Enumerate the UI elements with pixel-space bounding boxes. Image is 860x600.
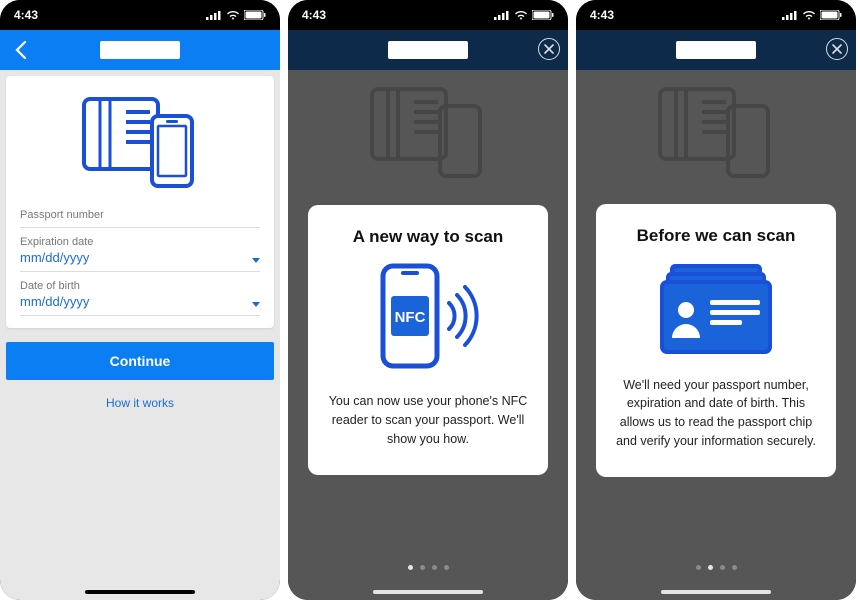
onboarding-card: Before we can scan <box>596 204 836 477</box>
chevron-down-icon <box>252 258 260 263</box>
modal-overlay: A new way to scan NFC You can <box>288 70 568 600</box>
page-dot <box>732 565 737 570</box>
field-value: mm/dd/yyyy <box>20 250 260 265</box>
field-label: Date of birth <box>20 280 260 292</box>
onboarding-title: A new way to scan <box>326 227 530 247</box>
field-label: Passport number <box>20 209 260 221</box>
status-time: 4:43 <box>14 8 38 22</box>
signal-icon <box>782 10 798 20</box>
status-bar: 4:43 <box>576 0 856 30</box>
status-time: 4:43 <box>590 8 614 22</box>
chevron-down-icon <box>252 302 260 307</box>
onboarding-card: A new way to scan NFC You can <box>308 205 548 474</box>
onboarding-title: Before we can scan <box>614 226 818 246</box>
form-card: Passport number Expiration date mm/dd/yy… <box>6 76 274 328</box>
how-it-works-link[interactable]: How it works <box>6 396 274 410</box>
screen-form: 4:43 <box>0 0 280 600</box>
close-icon <box>544 44 554 54</box>
onboarding-body: You can now use your phone's NFC reader … <box>326 392 530 448</box>
page-dot <box>420 565 425 570</box>
close-icon <box>832 44 842 54</box>
battery-icon <box>244 10 266 20</box>
status-indicators <box>206 10 266 20</box>
modal-overlay: Before we can scan <box>576 70 856 600</box>
app-logo <box>388 41 468 59</box>
app-header <box>288 30 568 70</box>
close-button[interactable] <box>826 38 848 60</box>
status-time: 4:43 <box>302 8 326 22</box>
chevron-left-icon <box>15 41 27 59</box>
home-indicator[interactable] <box>661 590 771 594</box>
screen-onboarding-nfc: 4:43 A new way to scan <box>288 0 568 600</box>
expiration-date-field[interactable]: Expiration date mm/dd/yyyy <box>20 228 260 272</box>
form-body: Passport number Expiration date mm/dd/yy… <box>0 70 280 600</box>
app-logo <box>676 41 756 59</box>
wifi-icon <box>514 10 528 20</box>
nfc-badge-text: NFC <box>395 309 426 326</box>
status-bar: 4:43 <box>0 0 280 30</box>
page-dot <box>720 565 725 570</box>
app-logo <box>100 41 180 59</box>
app-header <box>576 30 856 70</box>
page-dot <box>696 565 701 570</box>
page-indicator <box>288 565 568 570</box>
back-button[interactable] <box>6 30 36 70</box>
screen-onboarding-requirements: 4:43 Before we can scan <box>576 0 856 600</box>
background-illustration <box>576 84 856 179</box>
home-indicator[interactable] <box>85 590 195 594</box>
wifi-icon <box>802 10 816 20</box>
page-indicator <box>576 565 856 570</box>
passport-number-field[interactable]: Passport number <box>20 201 260 228</box>
page-dot <box>708 565 713 570</box>
close-button[interactable] <box>538 38 560 60</box>
status-indicators <box>494 10 554 20</box>
continue-button[interactable]: Continue <box>6 342 274 380</box>
passport-scan-illustration <box>20 84 260 201</box>
signal-icon <box>494 10 510 20</box>
onboarding-body: We'll need your passport number, expirat… <box>614 376 818 451</box>
nfc-phone-illustration: NFC <box>326 261 530 376</box>
home-indicator[interactable] <box>373 590 483 594</box>
page-dot <box>444 565 449 570</box>
status-indicators <box>782 10 842 20</box>
page-dot <box>408 565 413 570</box>
status-bar: 4:43 <box>288 0 568 30</box>
background-illustration <box>288 84 568 179</box>
page-dot <box>432 565 437 570</box>
wifi-icon <box>226 10 240 20</box>
field-label: Expiration date <box>20 236 260 248</box>
battery-icon <box>820 10 842 20</box>
signal-icon <box>206 10 222 20</box>
app-header <box>0 30 280 70</box>
id-card-illustration <box>614 260 818 360</box>
field-value: mm/dd/yyyy <box>20 294 260 309</box>
date-of-birth-field[interactable]: Date of birth mm/dd/yyyy <box>20 272 260 316</box>
battery-icon <box>532 10 554 20</box>
